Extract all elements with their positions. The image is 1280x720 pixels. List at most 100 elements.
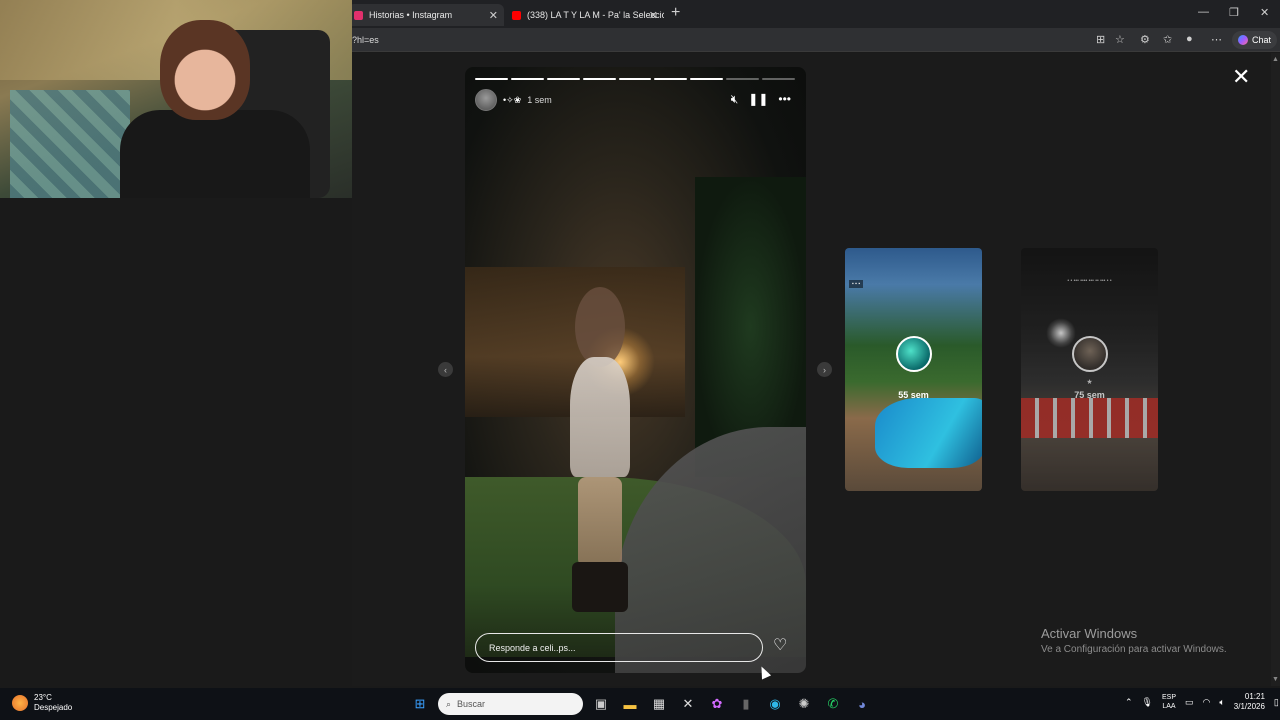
- restore-icon[interactable]: ❐: [1229, 6, 1239, 19]
- preview-name: ★: [1086, 379, 1093, 386]
- story-progress-bar: [475, 78, 796, 80]
- whatsapp-icon[interactable]: ✆: [822, 693, 844, 715]
- close-viewer-icon[interactable]: ✕: [1232, 66, 1250, 88]
- webcam-person-body: [120, 110, 310, 198]
- avatar[interactable]: [475, 89, 497, 111]
- task-view-icon[interactable]: ▣: [590, 693, 612, 715]
- tab-title: Historias • Instagram: [369, 10, 453, 20]
- preview-caption: • • ••• •••• ••• •• ••• • •: [1067, 278, 1112, 284]
- close-window-icon[interactable]: ✕: [1260, 6, 1269, 19]
- system-tray: ⌃ 🎙︎ ESP LAA ▭ ◠ 🔈︎ 01:21 3/1/2026 ▯: [1125, 692, 1279, 712]
- store-icon[interactable]: ▦: [648, 693, 670, 715]
- story-media[interactable]: [465, 67, 806, 673]
- search-box[interactable]: ⌕ Buscar: [438, 693, 583, 715]
- preview-kart-track: [1021, 398, 1158, 438]
- avatar: [1071, 336, 1108, 372]
- close-tab-icon[interactable]: ✕: [649, 9, 658, 22]
- lang-top: ESP: [1161, 694, 1176, 701]
- weather-widget[interactable]: 23°C Despejado: [12, 693, 72, 713]
- preview-time: 75 sem: [1074, 390, 1105, 400]
- webcam-person-head: [160, 20, 250, 120]
- progress-segment: [726, 78, 760, 80]
- favorites-icon[interactable]: ✩: [1163, 33, 1172, 46]
- chatgpt-icon[interactable]: ✺: [793, 693, 815, 715]
- copilot-icon[interactable]: ✿: [706, 693, 728, 715]
- progress-segment: [582, 78, 616, 80]
- lang-bottom: LAA: [1162, 703, 1176, 710]
- progress-segment: [546, 78, 580, 80]
- progress-segment: [475, 78, 508, 80]
- story-username[interactable]: •✧❀: [503, 95, 521, 106]
- more-menu-icon[interactable]: ⋯: [1211, 33, 1222, 46]
- url-text[interactable]: ?hl=es: [352, 35, 379, 45]
- avatar: [895, 336, 932, 372]
- edge-icon[interactable]: ◉: [764, 693, 786, 715]
- new-tab-button[interactable]: +: [671, 4, 680, 22]
- weather-icon: [12, 695, 28, 711]
- scroll-down-icon[interactable]: ▼: [1272, 676, 1279, 683]
- preview-jetski: [875, 398, 982, 468]
- weather-condition: Despejado: [34, 703, 73, 712]
- wifi-icon[interactable]: ◠: [1203, 697, 1211, 708]
- microphone-icon[interactable]: 🎙︎: [1142, 697, 1153, 708]
- tab-youtube[interactable]: (338) LA T Y LA M - Pa' la Selecció ✕: [506, 4, 664, 26]
- progress-segment: [510, 78, 544, 80]
- mute-icon[interactable]: 🔇︎: [731, 92, 739, 107]
- temperature: 23°C: [34, 693, 52, 702]
- webcam-overlay: [0, 0, 352, 198]
- chevron-up-icon[interactable]: ⌃: [1125, 697, 1133, 708]
- app-available-icon[interactable]: ⊞: [1096, 33, 1105, 46]
- youtube-favicon-icon: [512, 10, 521, 20]
- taskbar-apps: ⊞ ⌕ Buscar ▣ ▬ ▦ ✕ ✿ ▮ ◉ ✺ ✆ ◕: [409, 692, 873, 716]
- copilot-chat-button[interactable]: Chat: [1232, 31, 1278, 49]
- story-preview-card[interactable]: • • ••• •••• ••• •• ••• • • ★ 75 sem: [1021, 248, 1158, 491]
- story-figure: [560, 267, 640, 617]
- vertical-scrollbar[interactable]: ▲ ▼: [1271, 53, 1280, 686]
- file-explorer-icon[interactable]: ▬: [619, 693, 641, 715]
- copilot-icon: [1238, 35, 1248, 45]
- clock[interactable]: 01:21 3/1/2026: [1234, 692, 1265, 712]
- watermark-title: Activar Windows: [1041, 626, 1138, 641]
- xbox-icon[interactable]: ✕: [677, 693, 699, 715]
- scroll-up-icon[interactable]: ▲: [1272, 56, 1279, 63]
- preview-light: [1046, 318, 1076, 348]
- story-header: •✧❀ 1 sem 🔇︎ ❚❚ •••: [475, 89, 795, 111]
- minimize-icon[interactable]: —: [1198, 6, 1209, 18]
- story-controls: 🔇︎ ❚❚ •••: [731, 92, 791, 107]
- screen: Historias • Instagram ✕ (338) LA T Y LA …: [0, 0, 1280, 720]
- favorite-star-icon[interactable]: ☆: [1115, 33, 1125, 46]
- webcam-person: [120, 20, 320, 198]
- chat-label: Chat: [1252, 35, 1272, 45]
- start-icon[interactable]: ⊞: [409, 693, 431, 715]
- clock-date: 3/1/2026: [1233, 702, 1265, 711]
- pause-icon[interactable]: ❚❚: [748, 92, 768, 107]
- tab-instagram-stories[interactable]: Historias • Instagram ✕: [348, 4, 504, 26]
- tab-title: (338) LA T Y LA M - Pa' la Selecció: [527, 10, 664, 20]
- extensions-icon[interactable]: ⚙: [1140, 33, 1150, 46]
- close-tab-icon[interactable]: ✕: [489, 9, 498, 22]
- like-heart-icon[interactable]: ♡: [773, 638, 787, 654]
- story-time: 1 sem: [527, 95, 552, 105]
- profile-icon[interactable]: ●: [1186, 33, 1193, 45]
- preview-tag: ▪ ▪ ▪: [849, 280, 864, 288]
- windows-taskbar: 23°C Despejado ⊞ ⌕ Buscar ▣ ▬ ▦ ✕ ✿ ▮ ◉ …: [0, 688, 1280, 720]
- previous-story-icon[interactable]: ‹: [438, 362, 453, 377]
- watermark-subtitle: Ve a Configuración para activar Windows.: [1041, 644, 1227, 655]
- search-placeholder: Buscar: [457, 699, 486, 709]
- notifications-icon[interactable]: ▯: [1274, 697, 1279, 708]
- reply-input[interactable]: Responde a celi..ps...: [475, 633, 763, 662]
- story-preview-card[interactable]: ▪ ▪ ▪ 55 sem: [845, 248, 982, 491]
- progress-segment: [762, 78, 796, 80]
- progress-segment: [654, 78, 688, 80]
- app-icon[interactable]: ▮: [735, 693, 757, 715]
- discord-icon[interactable]: ◕: [851, 693, 873, 715]
- next-story-icon[interactable]: ›: [817, 362, 832, 377]
- more-options-icon[interactable]: •••: [778, 92, 791, 107]
- network-icon[interactable]: ▭: [1185, 697, 1194, 708]
- clock-time: 01:21: [1244, 692, 1265, 701]
- language-indicator[interactable]: ESP LAA: [1162, 693, 1176, 711]
- preview-time: 55 sem: [898, 390, 929, 400]
- webcam-bed: [10, 90, 130, 198]
- volume-icon[interactable]: 🔈︎: [1219, 697, 1224, 708]
- figure-boots: [572, 562, 628, 612]
